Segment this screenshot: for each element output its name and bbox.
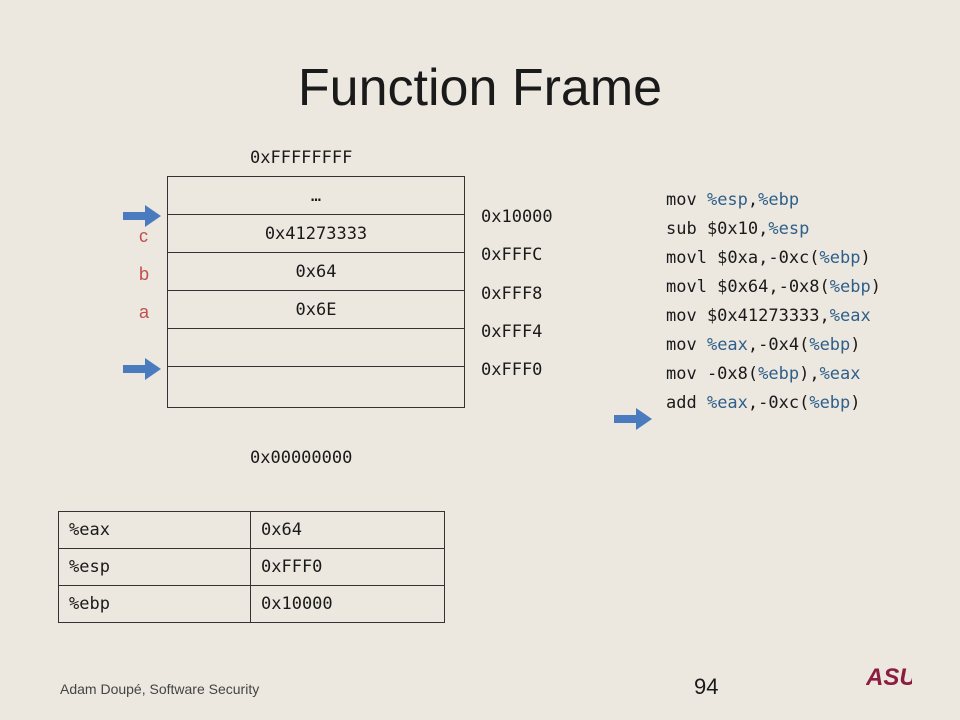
stack-address-label: 0xFFF4 [481,322,543,342]
footer-author: Adam Doupé, Software Security [60,681,260,697]
register-value: 0xFFF0 [250,548,445,586]
instruction-token: ) [860,248,871,268]
assembly-listing: mov %esp,%ebp sub $0x10,%esp movl $0xa,-0x… [666,186,881,418]
logo-text: ASU [866,664,912,688]
register-token: %esp [706,190,748,210]
register-name: %esp [58,548,251,586]
stack-address-label: 0xFFF8 [481,284,543,304]
stack-cell [168,329,464,367]
stack-cell [168,367,464,407]
stack-address-label: 0xFFF0 [481,360,543,380]
register-token: %eax [819,364,861,384]
assembly-line: add %eax,-0xc(%ebp) [666,389,881,418]
instruction-token: ,-0x4( [747,335,810,355]
instruction-token: ) [850,393,861,413]
register-token: %eax [829,306,871,326]
variable-label-c: c [139,226,148,246]
assembly-line: mov $0x41273333,%eax [666,302,881,331]
register-token: %ebp [829,277,871,297]
assembly-line: movl $0x64,-0x8(%ebp) [666,273,881,302]
instruction-token: , [747,190,759,210]
stack-cell: 0x6E [168,291,464,329]
assembly-line: sub $0x10,%esp [666,215,881,244]
register-name: %eax [58,511,251,549]
stack-cell: 0x64 [168,253,464,291]
register-token: %ebp [758,364,800,384]
table-row: %eax 0x64 [58,511,445,549]
instruction-token: ) [850,335,861,355]
stack-address-label: 0x10000 [481,207,553,227]
register-value: 0x64 [250,511,445,549]
address-top-label: 0xFFFFFFFF [250,148,353,168]
instruction-token: ,-0xc( [747,393,810,413]
register-token: %eax [706,393,748,413]
instruction-token: mov [666,335,707,355]
asu-logo-icon: ASU [866,664,912,688]
register-name: %ebp [58,585,251,623]
instruction-pointer-arrow-icon [614,408,652,430]
address-bottom-label: 0x00000000 [250,448,353,468]
page-number: 94 [694,674,719,699]
instruction-token: mov [666,190,707,210]
instruction-token: mov -0x8( [666,364,759,384]
assembly-line: mov %esp,%ebp [666,186,881,215]
instruction-token: movl $0x64,-0x8( [666,277,830,297]
stack-cell: … [168,177,464,215]
instruction-token: add [666,393,707,413]
instruction-token: mov $0x41273333, [666,306,830,326]
table-row: %ebp 0x10000 [58,585,445,623]
ebp-arrow-icon [123,205,161,227]
instruction-token: sub $0x10, [666,219,769,239]
register-token: %esp [768,219,810,239]
register-token: %ebp [809,393,851,413]
instruction-token: ), [799,364,820,384]
table-row: %esp 0xFFF0 [58,548,445,586]
register-token: %eax [706,335,748,355]
register-table: %eax 0x64 %esp 0xFFF0 %ebp 0x10000 [58,511,445,623]
assembly-line: movl $0xa,-0xc(%ebp) [666,244,881,273]
stack-frame: … 0x41273333 0x64 0x6E [167,176,465,408]
stack-address-label: 0xFFFC [481,245,543,265]
variable-label-a: a [139,302,150,322]
assembly-line: mov -0x8(%ebp),%eax [666,360,881,389]
esp-arrow-icon [123,358,161,380]
register-token: %ebp [809,335,851,355]
stack-cell: 0x41273333 [168,215,464,253]
assembly-line: mov %eax,-0x4(%ebp) [666,331,881,360]
register-value: 0x10000 [250,585,445,623]
register-token: %ebp [758,190,800,210]
register-token: %ebp [819,248,861,268]
instruction-token: movl $0xa,-0xc( [666,248,820,268]
slide-title: Function Frame [297,59,663,117]
variable-label-b: b [139,264,150,284]
instruction-token: ) [870,277,881,297]
